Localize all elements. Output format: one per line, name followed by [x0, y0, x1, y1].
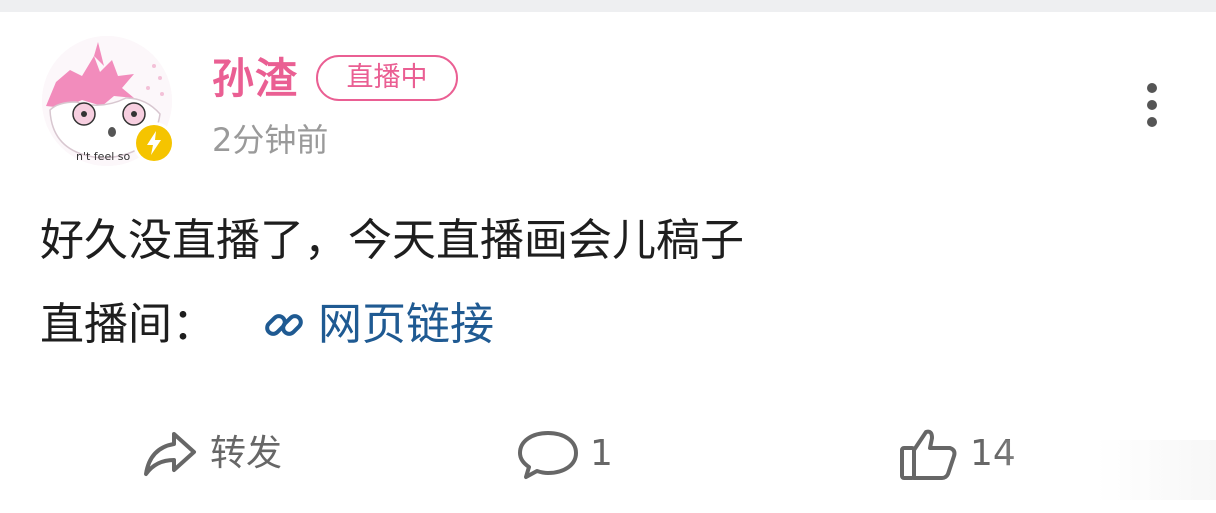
watermark-fade: [996, 440, 1216, 500]
link-icon: [265, 314, 303, 336]
comment-count: 1: [590, 433, 613, 474]
web-link-label: 网页链接: [318, 299, 494, 350]
more-button[interactable]: [1132, 78, 1172, 134]
thumbs-up-icon: [900, 429, 957, 480]
web-link[interactable]: 网页链接: [260, 295, 494, 355]
post-text-line2: 直播间：: [40, 299, 216, 350]
more-vertical-icon: [1147, 83, 1157, 127]
avatar-caption: n't feel so: [76, 150, 131, 163]
comment-button[interactable]: 1: [516, 424, 613, 484]
repost-button[interactable]: 转发: [140, 424, 282, 484]
lightning-icon: [147, 131, 161, 155]
share-arrow-icon: [144, 432, 196, 476]
comment-bubble-icon: [518, 431, 578, 479]
verified-badge: [133, 122, 175, 164]
repost-label: 转发: [210, 433, 283, 474]
post-text-line1: 好久没直播了，今天直播画会儿稿子: [40, 215, 744, 266]
live-badge[interactable]: 直播中: [316, 55, 458, 101]
top-divider: [0, 0, 1216, 12]
author-name[interactable]: 孙渣: [212, 50, 298, 108]
post-time: 2分钟前: [212, 121, 329, 159]
